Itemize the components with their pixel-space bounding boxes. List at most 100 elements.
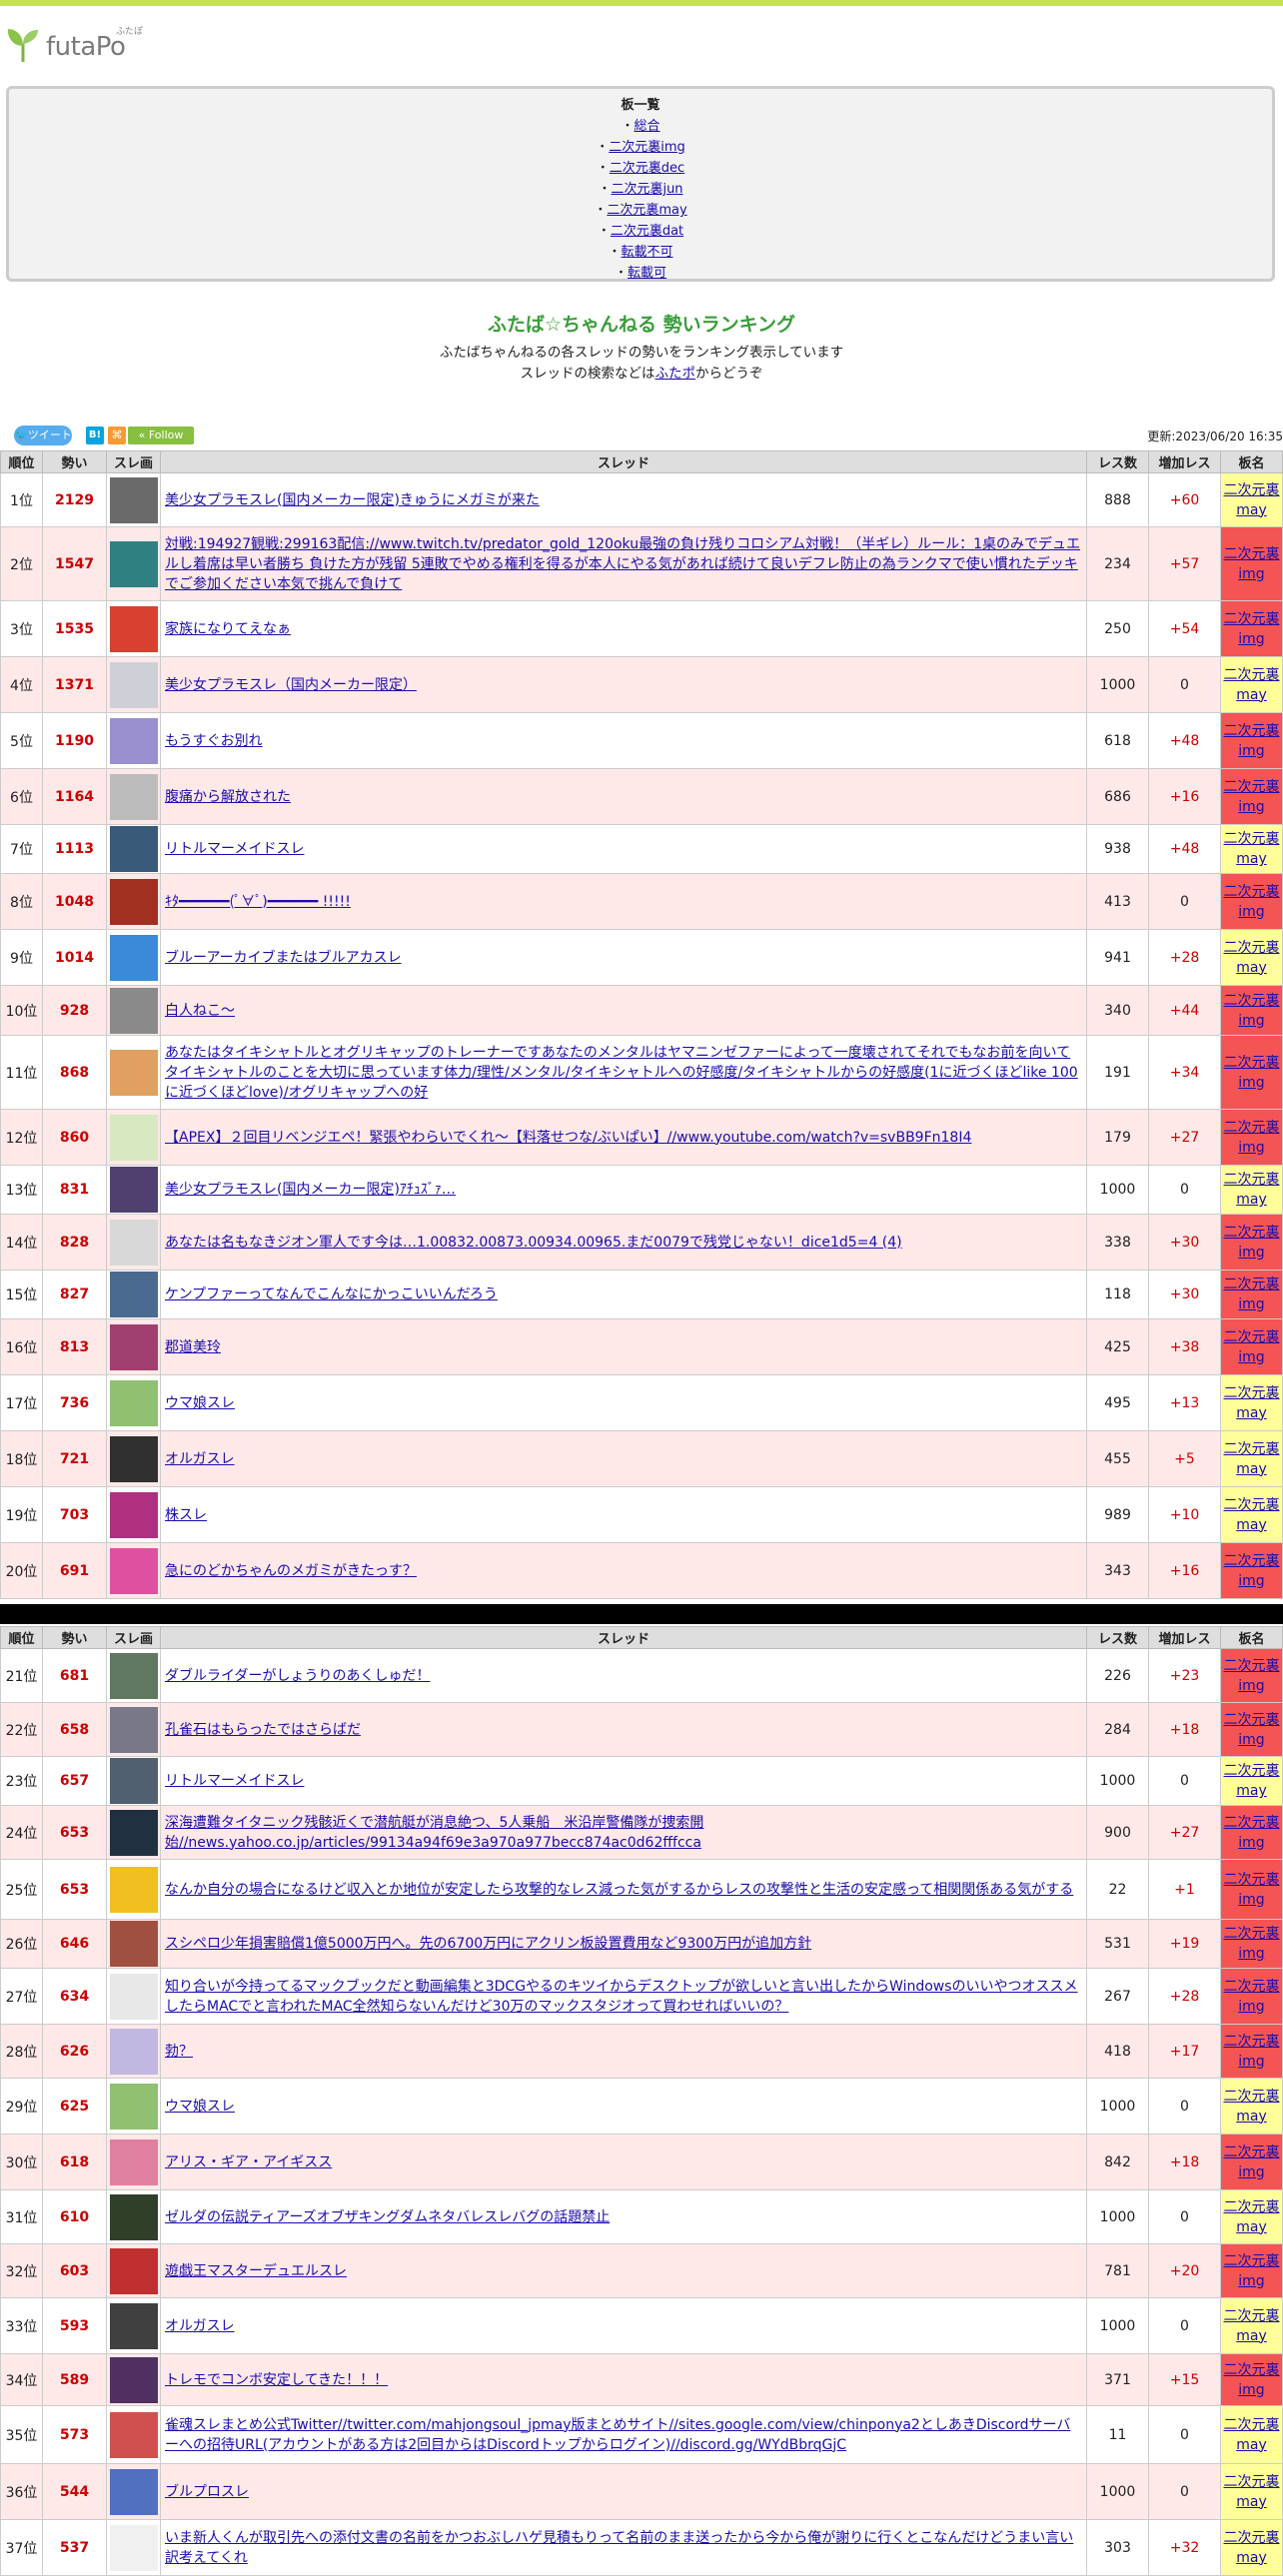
board-link-may[interactable]: 二次元裏may bbox=[607, 203, 686, 218]
thumb-cell[interactable] bbox=[106, 2519, 161, 2576]
thread-link[interactable]: ゼルダの伝説ティアーズオブザキングダムネタバレスレバグの話題禁止 bbox=[165, 2209, 610, 2225]
board-name-link[interactable]: 二次元裏img bbox=[1224, 2253, 1280, 2289]
thread-thumbnail[interactable] bbox=[109, 540, 158, 587]
board-name-link[interactable]: 二次元裏img bbox=[1224, 1712, 1280, 1748]
thumb-cell[interactable] bbox=[106, 1374, 161, 1431]
thread-thumbnail[interactable] bbox=[109, 2411, 158, 2458]
thread-link[interactable]: オルガスレ bbox=[165, 1451, 235, 1467]
thread-thumbnail[interactable] bbox=[109, 1049, 158, 1096]
thread-link[interactable]: ｷﾀ━━━━━━(ﾟ∀ﾟ)━━━━━━ !!!!! bbox=[165, 894, 351, 910]
thread-thumbnail[interactable] bbox=[109, 1547, 158, 1594]
thread-link[interactable]: 家族になりてえなぁ bbox=[165, 621, 291, 637]
board-name-link[interactable]: 二次元裏img bbox=[1224, 779, 1280, 815]
board-name-link[interactable]: 二次元裏may bbox=[1224, 2089, 1280, 2125]
board-name-link[interactable]: 二次元裏may bbox=[1224, 940, 1280, 976]
board-name-link[interactable]: 二次元裏img bbox=[1224, 1277, 1280, 1312]
thread-thumbnail[interactable] bbox=[109, 987, 158, 1034]
thread-thumbnail[interactable] bbox=[109, 1167, 158, 1213]
thread-thumbnail[interactable] bbox=[109, 1866, 158, 1913]
hatena-bookmark-button[interactable]: B! bbox=[86, 427, 104, 444]
thread-thumbnail[interactable] bbox=[109, 605, 158, 652]
thread-thumbnail[interactable] bbox=[109, 1114, 158, 1161]
thumb-cell[interactable] bbox=[106, 2463, 161, 2520]
board-name-link[interactable]: 二次元裏img bbox=[1224, 2145, 1280, 2180]
thumb-cell[interactable] bbox=[106, 985, 161, 1036]
board-link-dec[interactable]: 二次元裏dec bbox=[610, 161, 684, 176]
thread-link[interactable]: 急にのどかちゃんのメガミがきたっす？ bbox=[165, 1563, 417, 1579]
thumb-cell[interactable] bbox=[106, 1270, 161, 1319]
board-link-jun[interactable]: 二次元裏jun bbox=[611, 182, 682, 197]
thumb-cell[interactable] bbox=[106, 1648, 161, 1703]
tweet-button[interactable]: 🐦ツイート bbox=[14, 426, 72, 445]
thread-link[interactable]: もうすぐお別れ bbox=[165, 733, 263, 749]
thumb-cell[interactable] bbox=[106, 2134, 161, 2190]
thread-link[interactable]: なんか自分の場合になるけど収入とか地位が安定したら攻撃的なレス減った気がするから… bbox=[165, 1882, 1073, 1898]
thread-link[interactable]: ブルーアーカイブまたはブルアカスレ bbox=[165, 950, 402, 966]
thread-thumbnail[interactable] bbox=[109, 1219, 158, 1266]
thread-link[interactable]: 深海遭難タイタニック残骸近くで潜航艇が消息絶つ、5人乗船 米沿岸警備隊が捜索開始… bbox=[165, 1815, 703, 1851]
thumb-cell[interactable] bbox=[106, 526, 161, 601]
board-name-link[interactable]: 二次元裏img bbox=[1224, 1120, 1280, 1156]
thread-link[interactable]: 遊戯王マスターデュエルスレ bbox=[165, 2263, 347, 2279]
thumb-cell[interactable] bbox=[106, 2243, 161, 2298]
thumb-cell[interactable] bbox=[106, 1109, 161, 1166]
thumb-cell[interactable] bbox=[106, 1859, 161, 1920]
thumb-cell[interactable] bbox=[106, 873, 161, 930]
thumb-cell[interactable] bbox=[106, 1702, 161, 1757]
board-name-link[interactable]: 二次元裏img bbox=[1224, 1658, 1280, 1694]
board-name-link[interactable]: 二次元裏may bbox=[1224, 1441, 1280, 1477]
board-name-link[interactable]: 二次元裏may bbox=[1224, 1172, 1280, 1208]
board-name-link[interactable]: 二次元裏img bbox=[1224, 1926, 1280, 1962]
board-name-link[interactable]: 二次元裏may bbox=[1224, 2199, 1280, 2235]
board-name-link[interactable]: 二次元裏may bbox=[1224, 2474, 1280, 2510]
thread-thumbnail[interactable] bbox=[109, 2468, 158, 2515]
thread-link[interactable]: 美少女プラモスレ(国内メーカー限定)ｱﾁｭｽﾞｧ… bbox=[165, 1182, 456, 1198]
thumb-cell[interactable] bbox=[106, 2078, 161, 2135]
board-name-link[interactable]: 二次元裏img bbox=[1224, 723, 1280, 759]
thread-link[interactable]: 郡道美玲 bbox=[165, 1339, 221, 1355]
thumb-cell[interactable] bbox=[106, 712, 161, 769]
thumb-cell[interactable] bbox=[106, 1165, 161, 1215]
thread-link[interactable]: トレモでコンボ安定してきた！！！ bbox=[165, 2372, 388, 2388]
thumb-cell[interactable] bbox=[106, 1756, 161, 1806]
board-name-link[interactable]: 二次元裏img bbox=[1224, 884, 1280, 920]
board-name-link[interactable]: 二次元裏img bbox=[1224, 2362, 1280, 2398]
thread-thumbnail[interactable] bbox=[109, 1491, 158, 1538]
board-name-link[interactable]: 二次元裏img bbox=[1224, 993, 1280, 1029]
thumb-cell[interactable] bbox=[106, 768, 161, 825]
thread-thumbnail[interactable] bbox=[109, 826, 158, 872]
thread-link[interactable]: ウマ娘スレ bbox=[165, 2099, 235, 2115]
site-logo[interactable]: futaPo ふたぽ bbox=[6, 22, 146, 68]
thread-link[interactable]: 対戦:194927観戦:299163配信://www.twitch.tv/pre… bbox=[165, 536, 1080, 592]
thread-link[interactable]: 孔雀石はもらったではさらばだ bbox=[165, 1722, 361, 1738]
thumb-cell[interactable] bbox=[106, 2353, 161, 2406]
thumb-cell[interactable] bbox=[106, 472, 161, 527]
thread-thumbnail[interactable] bbox=[109, 1272, 158, 1317]
thread-thumbnail[interactable] bbox=[109, 2139, 158, 2185]
board-name-link[interactable]: 二次元裏img bbox=[1224, 2034, 1280, 2070]
thread-thumbnail[interactable] bbox=[109, 1435, 158, 1482]
thread-thumbnail[interactable] bbox=[109, 2193, 158, 2240]
rss-icon[interactable]: ⌘ bbox=[108, 427, 126, 444]
thumb-cell[interactable] bbox=[106, 2297, 161, 2354]
thread-link[interactable]: 美少女プラモスレ（国内メーカー限定） bbox=[165, 677, 417, 693]
thread-link[interactable]: オルガスレ bbox=[165, 2318, 235, 2334]
thread-thumbnail[interactable] bbox=[109, 2356, 158, 2403]
thread-link[interactable]: ダブルライダーがしょうりのあくしゅだ！ bbox=[165, 1668, 430, 1684]
board-name-link[interactable]: 二次元裏img bbox=[1224, 1055, 1280, 1091]
board-link-repost-ok[interactable]: 転載可 bbox=[628, 266, 666, 281]
thumb-cell[interactable] bbox=[106, 2024, 161, 2079]
thread-link[interactable]: ウマ娘スレ bbox=[165, 1395, 235, 1411]
thread-link[interactable]: いま新人くんが取引先への添付文書の名前をかつおぶしハゲ見積もりって名前のまま送っ… bbox=[165, 2530, 1073, 2566]
thread-link[interactable]: 白人ねこ〜 bbox=[165, 1003, 235, 1019]
thread-link[interactable]: 知り合いが今持ってるマックブックだと動画編集と3DCGやるのキツイからデスクトッ… bbox=[165, 1979, 1078, 2015]
thumb-cell[interactable] bbox=[106, 656, 161, 713]
thread-thumbnail[interactable] bbox=[109, 1809, 158, 1856]
thumb-cell[interactable] bbox=[106, 824, 161, 874]
thread-link[interactable]: 美少女プラモスレ(国内メーカー限定)きゅうにメガミが来た bbox=[165, 492, 540, 508]
thread-thumbnail[interactable] bbox=[109, 1379, 158, 1426]
thumb-cell[interactable] bbox=[106, 1430, 161, 1487]
thread-link[interactable]: リトルマーメイドスレ bbox=[165, 1773, 304, 1789]
thumb-cell[interactable] bbox=[106, 1968, 161, 2025]
futapo-link[interactable]: ふたポ bbox=[655, 366, 696, 382]
